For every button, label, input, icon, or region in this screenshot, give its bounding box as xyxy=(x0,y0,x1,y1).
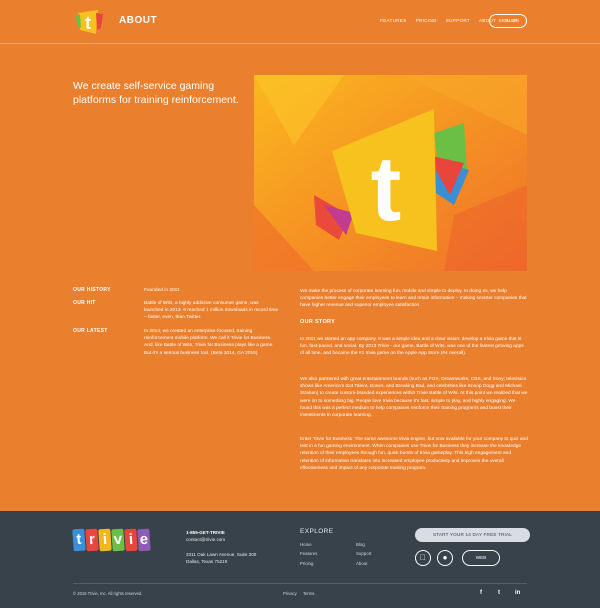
logo-letter: e xyxy=(137,528,151,552)
site-header: t ABOUT FEATURES PRICING SUPPORT ABOUT B… xyxy=(0,0,600,44)
web-app-button[interactable]: WEB xyxy=(462,550,500,566)
android-icon[interactable]: ● xyxy=(437,550,453,566)
story-paragraph: In 2011 we started an app company. It wa… xyxy=(300,337,524,357)
trivie-wordmark-logo[interactable]: t r i v i e xyxy=(72,528,151,555)
footer-link-about[interactable]: About xyxy=(356,559,371,568)
fact-text: Founded in 2011 xyxy=(144,288,180,293)
privacy-link[interactable]: Privacy xyxy=(283,591,297,596)
footer-link-features[interactable]: Features xyxy=(300,549,317,558)
footer-link-blog[interactable]: Blog xyxy=(356,540,371,549)
fact-text: Battle of Wits, a highly addictive consu… xyxy=(144,301,279,321)
logo-letter: i xyxy=(124,528,138,552)
contact-address-line1: 2311 Oak Lawn Avenue, Suite 300 xyxy=(186,552,257,557)
footer-link-support[interactable]: Support xyxy=(356,549,371,558)
copyright-text: © 2015 Trivie, Inc. All rights reserved. xyxy=(73,591,143,596)
nav-support[interactable]: SUPPORT xyxy=(446,18,470,23)
footer-divider xyxy=(73,583,527,584)
story-title: OUR STORY xyxy=(300,319,336,325)
explore-title: EXPLORE xyxy=(300,528,334,535)
story-paragraph: We also partnered with great entertainme… xyxy=(300,377,528,419)
logo-letter: v xyxy=(111,528,125,552)
page-title: ABOUT xyxy=(119,15,158,26)
contact-info: 1-855-GET-TRIVIE contact@trivie.com 2311… xyxy=(186,529,256,565)
linkedin-icon[interactable]: in xyxy=(515,590,520,596)
hero-logo-letter: t xyxy=(371,138,402,240)
facebook-icon[interactable]: f xyxy=(480,590,482,596)
terms-link[interactable]: Terms xyxy=(303,591,314,596)
logo-letter: r xyxy=(85,528,99,552)
hero-headline: We create self-service gaming platforms … xyxy=(73,80,239,106)
logo-letter: t xyxy=(85,13,91,33)
contact-phone[interactable]: 1-855-GET-TRIVIE xyxy=(186,529,256,536)
footer-link-pricing[interactable]: Pricing xyxy=(300,559,317,568)
nav-features[interactable]: FEATURES xyxy=(380,18,407,23)
contact-email[interactable]: contact@trivie.com xyxy=(186,536,256,543)
footer-link-home[interactable]: Home xyxy=(300,540,317,549)
free-trial-button[interactable]: START YOUR 14 DAY FREE TRIAL xyxy=(415,528,530,542)
twitter-icon[interactable]: t xyxy=(498,590,500,596)
intro-paragraph: We make the process of corporate learnin… xyxy=(300,289,527,309)
fact-label: OUR HIT xyxy=(73,300,96,306)
fact-text: In 2014, we created an enterprise-focuse… xyxy=(144,329,274,356)
logo-letter: i xyxy=(98,528,112,552)
trivie-logo-icon[interactable]: t xyxy=(76,8,104,36)
apple-icon[interactable]:  xyxy=(415,550,431,566)
hero-logo-image: t xyxy=(254,75,527,271)
story-paragraph: Enter Trivie for Business. The same awes… xyxy=(300,437,528,471)
contact-address-line2: Dallas, Texas 75219 xyxy=(186,559,228,564)
logo-letter: t xyxy=(72,528,86,552)
explore-links-col1: Home Features Pricing xyxy=(300,540,317,568)
explore-links-col2: Blog Support About xyxy=(356,540,371,568)
fact-label: OUR HISTORY xyxy=(73,287,111,293)
signup-button[interactable]: SIGN UP xyxy=(489,14,527,28)
nav-pricing[interactable]: PRICING xyxy=(416,18,437,23)
fact-label: OUR LATEST xyxy=(73,328,108,334)
